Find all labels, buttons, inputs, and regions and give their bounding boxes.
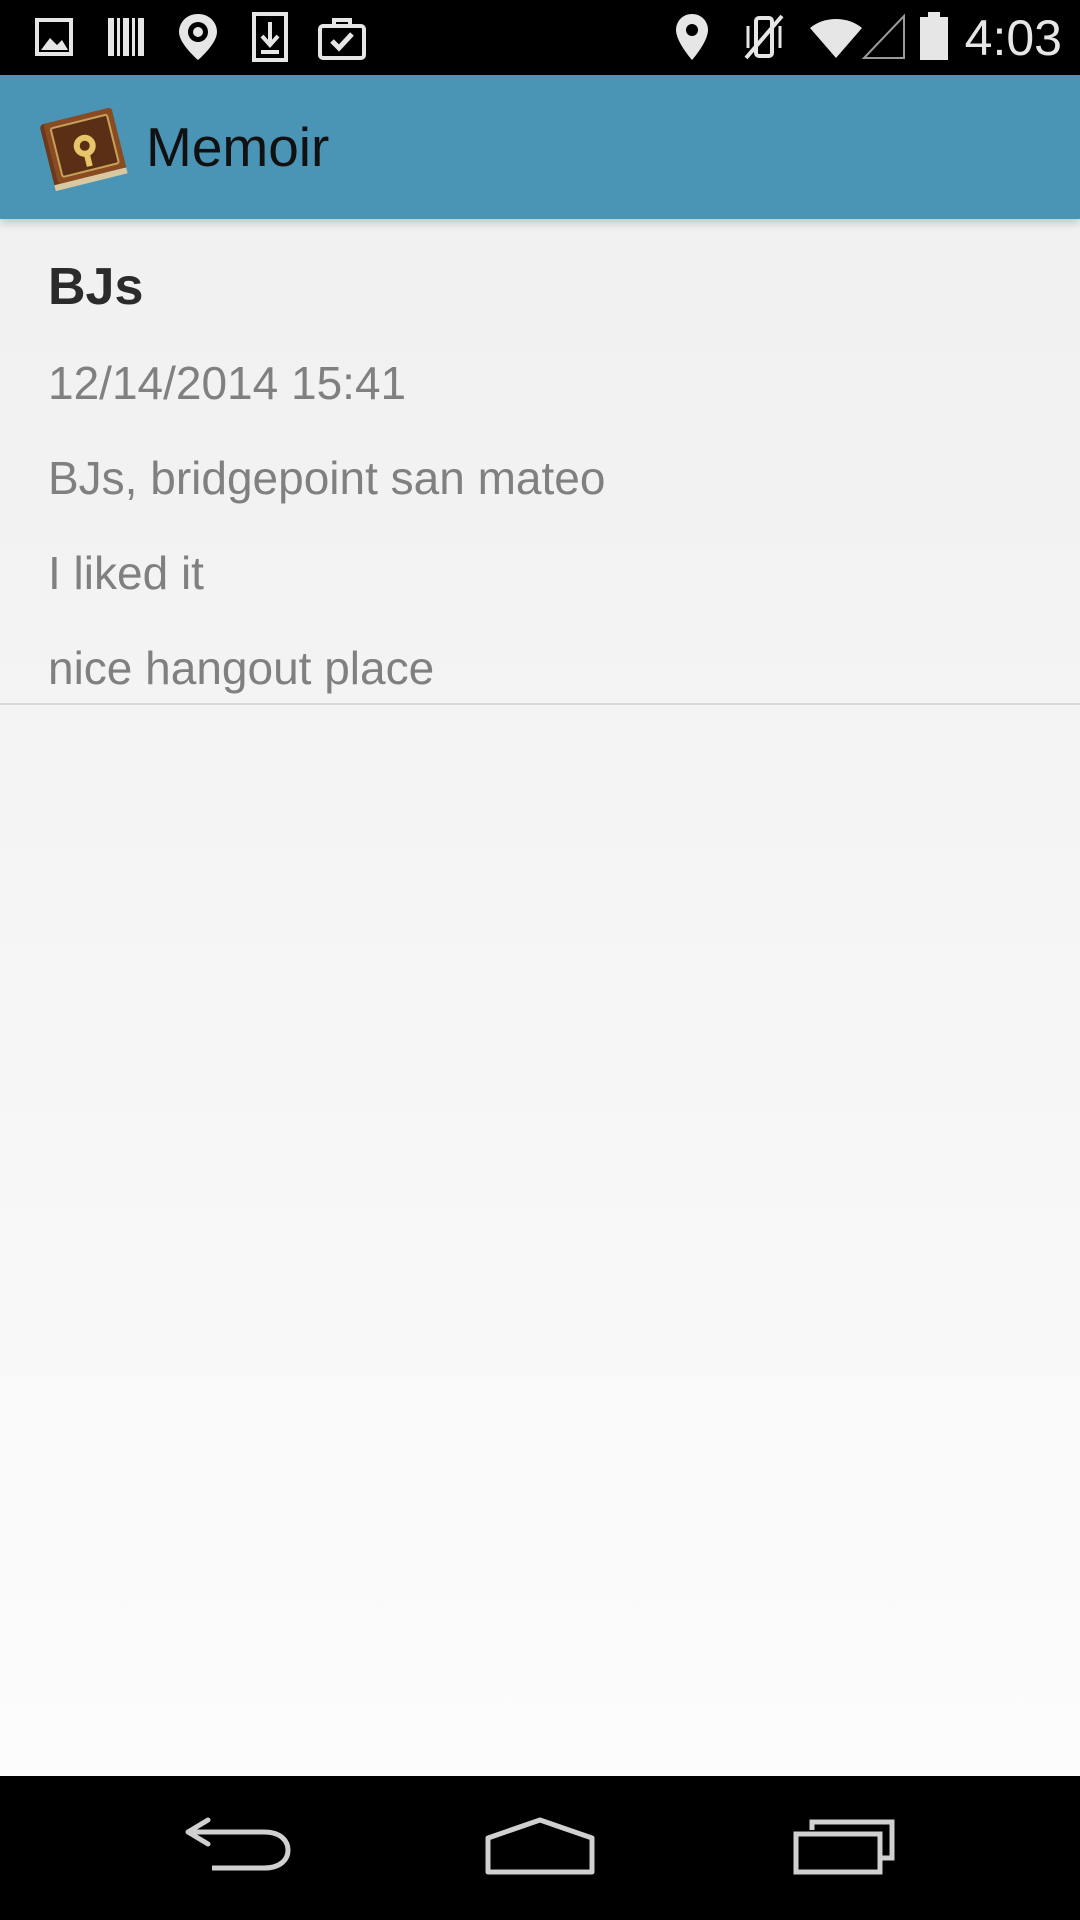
signal-icon — [862, 12, 906, 62]
navigation-bar — [0, 1776, 1080, 1920]
briefcase-check-icon — [318, 12, 366, 62]
barcode-icon — [106, 12, 146, 62]
vibrate-off-icon — [742, 12, 786, 62]
home-icon — [484, 1816, 596, 1880]
action-bar: Memoir — [0, 75, 1080, 219]
entry-detail: BJs 12/14/2014 15:41 BJs, bridgepoint sa… — [0, 219, 1080, 705]
recents-icon — [792, 1816, 896, 1880]
entry-note: nice hangout place — [48, 642, 435, 694]
entry-title: BJs — [48, 258, 144, 316]
download-icon — [250, 12, 290, 62]
back-button[interactable] — [159, 1796, 319, 1900]
recents-button[interactable] — [764, 1796, 924, 1900]
status-time: 4:03 — [964, 10, 1062, 66]
image-icon — [34, 12, 74, 62]
app-title: Memoir — [146, 116, 330, 178]
location-icon — [674, 12, 710, 62]
status-bar: 4:03 — [0, 0, 1080, 75]
screen: 4:03 Memoir BJs 12/14/2014 15:41 BJs, br… — [0, 0, 1080, 1920]
battery-icon — [918, 12, 950, 62]
location-pin-icon — [176, 12, 220, 62]
back-icon — [184, 1816, 294, 1880]
entry-place: BJs, bridgepoint san mateo — [48, 452, 606, 504]
diary-book-icon[interactable] — [36, 101, 132, 193]
home-button[interactable] — [460, 1796, 620, 1900]
entry-rating: I liked it — [48, 547, 204, 599]
wifi-icon — [808, 12, 864, 62]
entry-datetime: 12/14/2014 15:41 — [48, 357, 407, 409]
